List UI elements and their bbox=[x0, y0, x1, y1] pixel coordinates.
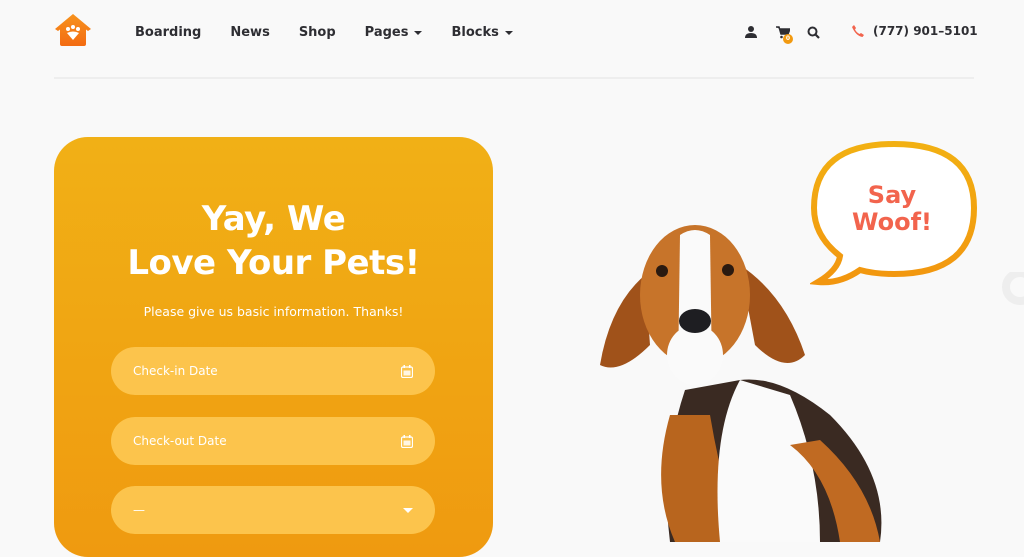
phone-number: (777) 901–5101 bbox=[873, 24, 978, 38]
pet-select[interactable]: — bbox=[111, 486, 435, 534]
title-line-1: Yay, We bbox=[201, 199, 346, 239]
nav-label: Blocks bbox=[451, 25, 499, 40]
phone-icon bbox=[852, 25, 864, 37]
cart-count-badge: 0 bbox=[783, 34, 793, 44]
title-line-2: Love Your Pets! bbox=[127, 243, 420, 283]
header-icons: 0 bbox=[745, 24, 838, 44]
main-nav: Boarding News Shop Pages Blocks bbox=[135, 25, 542, 40]
site-header: Boarding News Shop Pages Blocks 0 (777) … bbox=[0, 0, 1024, 79]
calendar-icon bbox=[401, 364, 413, 378]
cart-icon[interactable]: 0 bbox=[776, 24, 793, 44]
checkout-placeholder: Check-out Date bbox=[133, 434, 227, 448]
nav-blocks[interactable]: Blocks bbox=[451, 25, 513, 40]
nav-label: News bbox=[230, 25, 270, 40]
phone-contact[interactable]: (777) 901–5101 bbox=[852, 24, 978, 38]
nav-boarding[interactable]: Boarding bbox=[135, 25, 201, 40]
chevron-down-icon bbox=[504, 30, 513, 35]
checkout-date-input[interactable]: Check-out Date bbox=[111, 417, 435, 465]
nav-label: Pages bbox=[364, 25, 409, 40]
nav-label: Boarding bbox=[135, 25, 202, 40]
chevron-down-icon bbox=[414, 30, 423, 35]
hero-title: Yay, We Love Your Pets! bbox=[54, 197, 493, 285]
hero-subtitle: Please give us basic information. Thanks… bbox=[143, 304, 404, 319]
calendar-icon bbox=[401, 434, 413, 448]
booking-card: Yay, We Love Your Pets! Please give us b… bbox=[54, 137, 493, 557]
checkin-placeholder: Check-in Date bbox=[133, 364, 218, 378]
nav-pages[interactable]: Pages bbox=[365, 25, 423, 40]
chevron-down-icon bbox=[403, 507, 413, 513]
nav-label: Shop bbox=[298, 25, 336, 40]
nav-shop[interactable]: Shop bbox=[299, 25, 336, 40]
house-paw-logo[interactable] bbox=[54, 13, 92, 47]
search-icon[interactable] bbox=[807, 24, 821, 40]
select-value: — bbox=[133, 503, 145, 517]
nav-news[interactable]: News bbox=[230, 25, 269, 40]
header-divider bbox=[54, 77, 974, 79]
user-icon[interactable] bbox=[745, 24, 759, 40]
beagle-image bbox=[600, 225, 882, 542]
speech-line-1: Say bbox=[867, 181, 917, 209]
decorative-bone-icon bbox=[1002, 272, 1024, 305]
checkin-date-input[interactable]: Check-in Date bbox=[111, 347, 435, 395]
